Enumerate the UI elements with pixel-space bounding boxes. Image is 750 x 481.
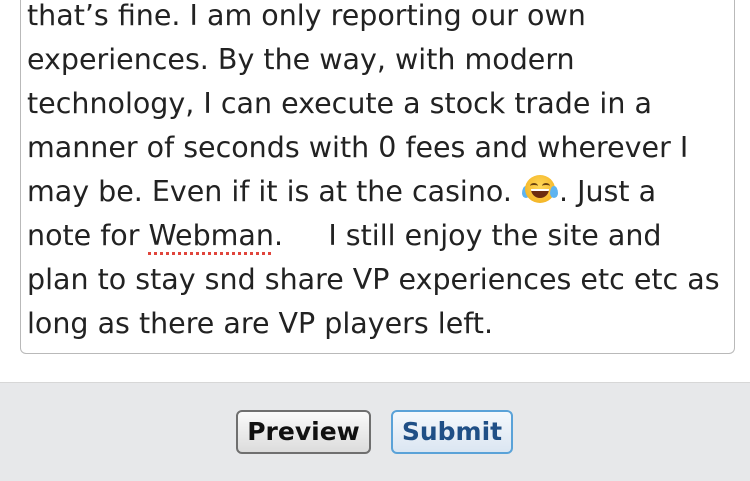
message-textarea[interactable]: that’s fine. I am only reporting our own… xyxy=(20,0,735,354)
editor-area: that’s fine. I am only reporting our own… xyxy=(0,0,750,372)
text-line: experiences. By the way, with modern xyxy=(27,43,575,76)
text-line: that’s fine. I am only reporting our own xyxy=(27,0,586,32)
text-line: may be. Even if it is at the casino. . J… xyxy=(27,170,728,214)
submit-button[interactable]: Submit xyxy=(391,410,513,454)
preview-button[interactable]: Preview xyxy=(236,410,371,454)
text-segment: may be. Even if it is at the casino. xyxy=(27,175,512,208)
form-actions-bar: Preview Submit xyxy=(0,383,750,481)
text-line: long as there are VP players left. xyxy=(27,307,494,340)
text-line: plan to stay snd share VP experiences et… xyxy=(27,263,720,296)
reply-page: that’s fine. I am only reporting our own… xyxy=(0,0,750,481)
text-line: technology, I can execute a stock trade … xyxy=(27,87,652,120)
text-segment: . Just a xyxy=(558,175,657,208)
text-line: manner of seconds with 0 fees and wherev… xyxy=(27,131,689,164)
tears-of-joy-emoji-icon xyxy=(521,175,558,205)
text-segment: note for xyxy=(27,219,140,252)
text-line: note for Webman. I still enjoy the site … xyxy=(27,214,728,258)
text-segment: . I still enjoy the site and xyxy=(273,219,662,252)
misspelled-word[interactable]: Webman xyxy=(149,219,274,252)
